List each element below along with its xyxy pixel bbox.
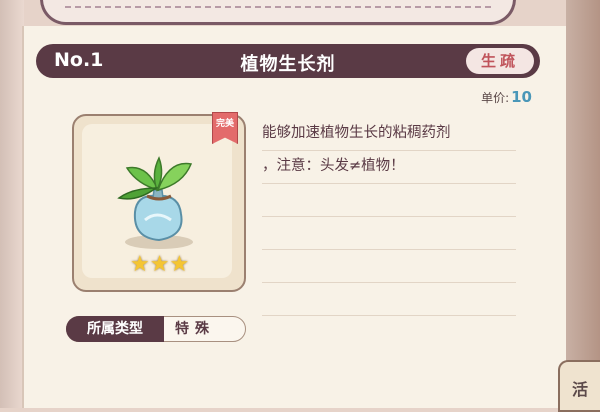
description-line — [262, 217, 516, 250]
price-label: 单价: — [481, 91, 510, 105]
item-description: 能够加速植物生长的粘稠药剂 ，注意：头发≠植物！ — [262, 118, 516, 316]
book-left-edge — [0, 0, 24, 408]
item-card-inner: ★★★ — [82, 124, 232, 278]
item-card: ★★★ 完美 — [72, 112, 246, 292]
item-header: No.1 植物生长剂 生疏 — [36, 44, 540, 78]
star-icon: ★ — [149, 252, 170, 277]
description-line: ，注意：头发≠植物！ — [262, 151, 516, 184]
proficiency-tag: 生疏 — [466, 48, 534, 74]
star-icon: ★ — [169, 252, 190, 277]
type-value: 特殊 — [175, 321, 215, 337]
item-type-row: 所属类型 特殊 — [66, 316, 246, 342]
description-line — [262, 250, 516, 283]
description-line — [262, 184, 516, 217]
unit-price: 单价: 10 — [481, 88, 532, 106]
plant-potion-icon — [117, 156, 193, 249]
price-value: 10 — [511, 88, 532, 106]
side-tab-label: 活 — [572, 380, 589, 399]
description-line: 能够加速植物生长的粘稠药剂 — [262, 118, 516, 151]
type-label: 所属类型 — [66, 316, 164, 342]
book-right-edge — [566, 0, 600, 408]
side-tab[interactable]: 活 — [558, 360, 600, 412]
book-top-rim — [40, 0, 516, 25]
star-icon: ★ — [130, 252, 150, 277]
description-line — [262, 283, 516, 316]
item-name: 植物生长剂 — [240, 54, 336, 75]
rating-stars: ★★★ — [130, 252, 189, 277]
